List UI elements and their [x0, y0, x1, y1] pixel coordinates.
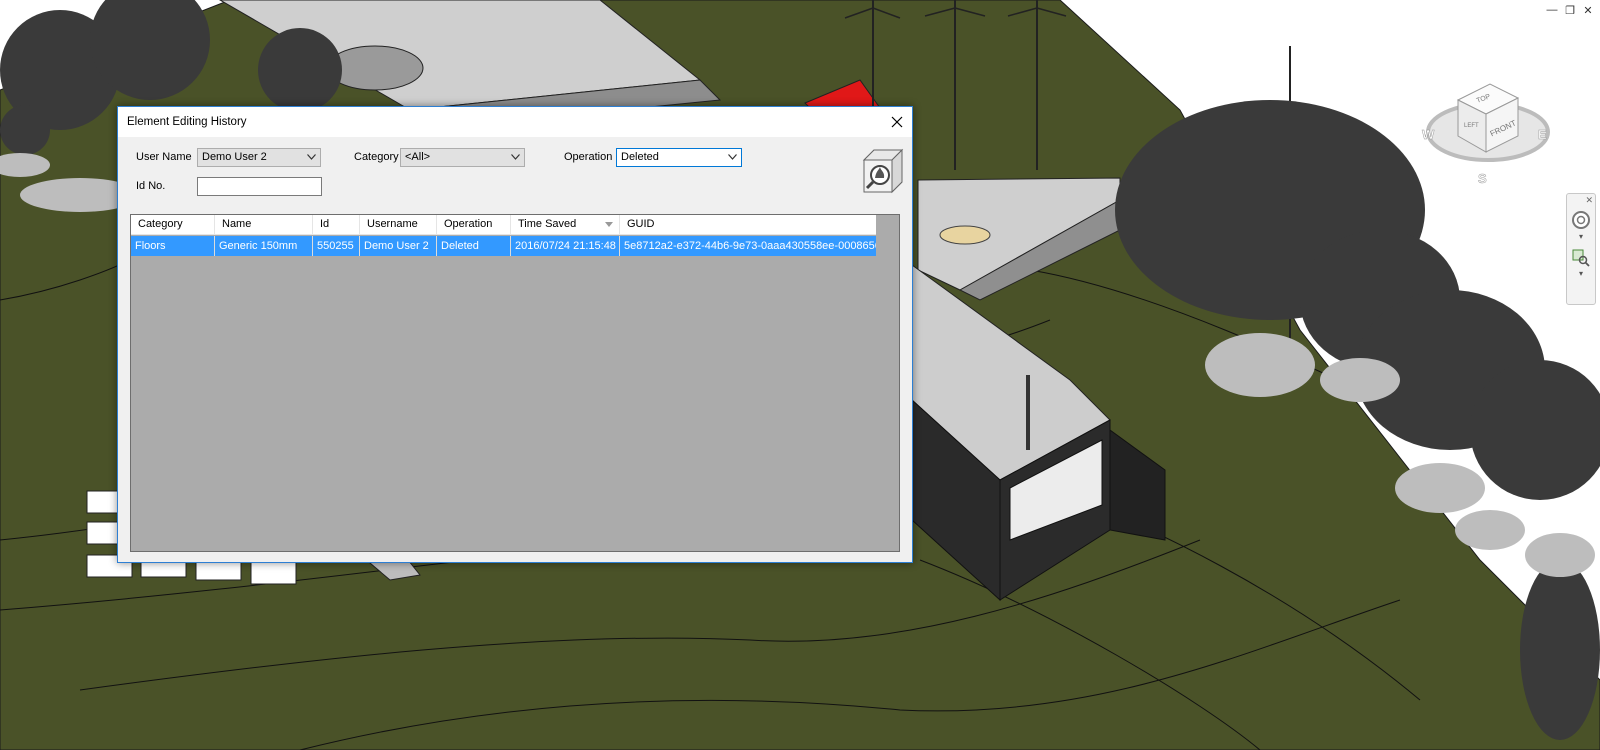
category-label: Category	[354, 151, 399, 163]
history-search-icon[interactable]	[858, 148, 904, 196]
cell-guid: 5e8712a2-e372-44b6-9e73-0aaa430558ee-000…	[624, 240, 876, 252]
cell-id: 550255	[313, 236, 360, 256]
cell-name: Generic 150mm	[215, 236, 313, 256]
viewcube-left-label: LEFT	[1464, 123, 1479, 129]
history-grid[interactable]: Category Name Id Username Operation Time…	[130, 214, 900, 552]
cell-operation: Deleted	[437, 236, 511, 256]
column-header-time-saved-label: Time Saved	[518, 218, 577, 230]
user-name-label: User Name	[136, 151, 192, 163]
cell-username: Demo User 2	[360, 236, 437, 256]
close-icon[interactable]: ✕	[1582, 4, 1594, 17]
compass-west: W	[1422, 127, 1435, 142]
column-header-operation[interactable]: Operation	[437, 215, 511, 235]
chevron-down-icon[interactable]: ▾	[1579, 232, 1583, 241]
operation-value: Deleted	[621, 151, 659, 163]
cell-category: Floors	[131, 236, 215, 256]
dialog-title: Element Editing History	[127, 116, 247, 128]
id-no-input[interactable]	[197, 177, 322, 196]
column-header-category[interactable]: Category	[131, 215, 215, 235]
id-no-label: Id No.	[136, 180, 166, 192]
operation-label: Operation	[564, 151, 613, 163]
cell-time-saved: 2016/07/24 21:15:48	[511, 236, 620, 256]
user-name-value: Demo User 2	[202, 151, 267, 163]
user-name-dropdown[interactable]: Demo User 2	[197, 148, 321, 167]
chevron-down-icon	[728, 154, 737, 160]
window-controls: — ❐ ✕	[1546, 4, 1594, 17]
compass-south: S	[1478, 171, 1487, 186]
column-header-id[interactable]: Id	[313, 215, 360, 235]
category-value: <All>	[405, 151, 431, 163]
close-icon	[891, 116, 903, 128]
zoom-icon[interactable]	[1572, 249, 1590, 267]
restore-icon[interactable]: ❐	[1564, 4, 1576, 17]
chevron-down-icon	[511, 154, 520, 160]
dialog-close-button[interactable]	[882, 107, 912, 137]
navigation-bar: ✕ ▾ ▾	[1566, 193, 1596, 305]
column-header-name[interactable]: Name	[215, 215, 313, 235]
dialog-titlebar[interactable]: Element Editing History	[118, 107, 912, 137]
element-editing-history-dialog: Element Editing History User Name Demo U…	[117, 106, 913, 563]
sort-descending-icon	[605, 222, 613, 227]
steering-wheel-icon[interactable]	[1571, 210, 1591, 230]
operation-dropdown[interactable]: Deleted	[616, 148, 742, 167]
column-header-username[interactable]: Username	[360, 215, 437, 235]
column-header-guid[interactable]: GUID	[620, 215, 876, 235]
chevron-down-icon	[307, 154, 316, 160]
category-dropdown[interactable]: <All>	[400, 148, 525, 167]
chevron-down-icon[interactable]: ▾	[1579, 269, 1583, 278]
column-header-time-saved[interactable]: Time Saved	[511, 215, 620, 235]
grid-header-row: Category Name Id Username Operation Time…	[131, 215, 876, 235]
compass-east: E	[1538, 127, 1547, 142]
minimize-icon[interactable]: —	[1546, 4, 1558, 17]
table-row[interactable]: Floors Generic 150mm 550255 Demo User 2 …	[131, 236, 876, 256]
viewcube[interactable]: TOP LEFT FRONT W E S	[1420, 70, 1560, 190]
navbar-close-icon[interactable]: ✕	[1585, 195, 1593, 206]
